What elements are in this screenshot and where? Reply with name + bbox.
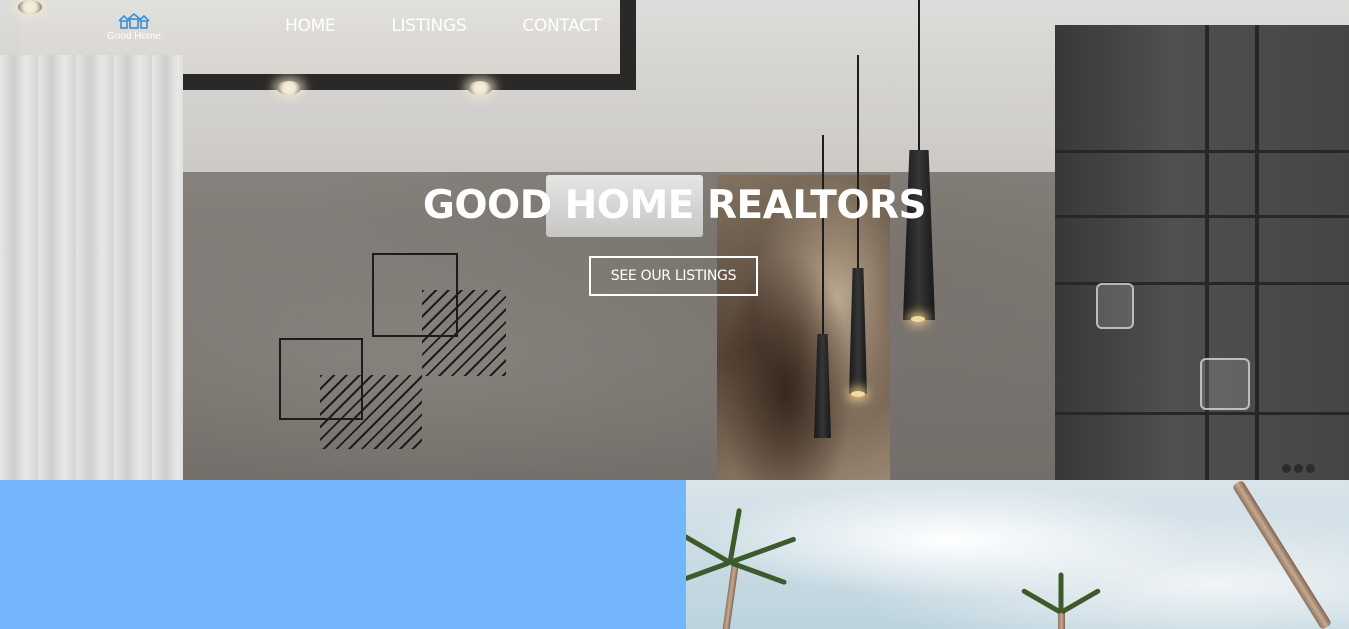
brand-logo[interactable]: Good Home — [105, 12, 163, 46]
palm-frond — [1059, 587, 1102, 615]
nav-link-contact[interactable]: CONTACT — [522, 16, 601, 40]
palm-trunk — [719, 559, 740, 629]
nav-link-listings[interactable]: LISTINGS — [391, 16, 466, 40]
see-listings-button[interactable]: SEE OUR LISTINGS — [589, 256, 758, 296]
dot — [1282, 464, 1291, 473]
houses-icon — [118, 12, 150, 29]
blue-feature-panel — [0, 480, 686, 629]
nav-link-home[interactable]: HOME — [285, 16, 336, 40]
palm-trees-image-panel — [686, 480, 1349, 629]
hero-title: GOOD HOME REALTORS — [422, 183, 927, 228]
dot — [1306, 464, 1315, 473]
dot — [1294, 464, 1303, 473]
hero-section: Good Home HOME LISTINGS CONTACT GOOD HOM… — [0, 0, 1349, 480]
palm-frond — [686, 530, 732, 565]
main-nav: HOME LISTINGS CONTACT — [285, 16, 601, 40]
palm-frond — [686, 560, 731, 584]
palm-trunk — [1231, 480, 1333, 629]
decorative-dots — [1282, 464, 1315, 473]
palm-frond — [729, 560, 788, 586]
palm-frond — [729, 536, 797, 565]
palm-frond — [1020, 587, 1063, 615]
palm-frond — [1058, 572, 1064, 613]
brand-name: Good Home — [107, 31, 161, 42]
hero-overlay — [0, 0, 1349, 480]
palm-frond — [727, 507, 743, 563]
